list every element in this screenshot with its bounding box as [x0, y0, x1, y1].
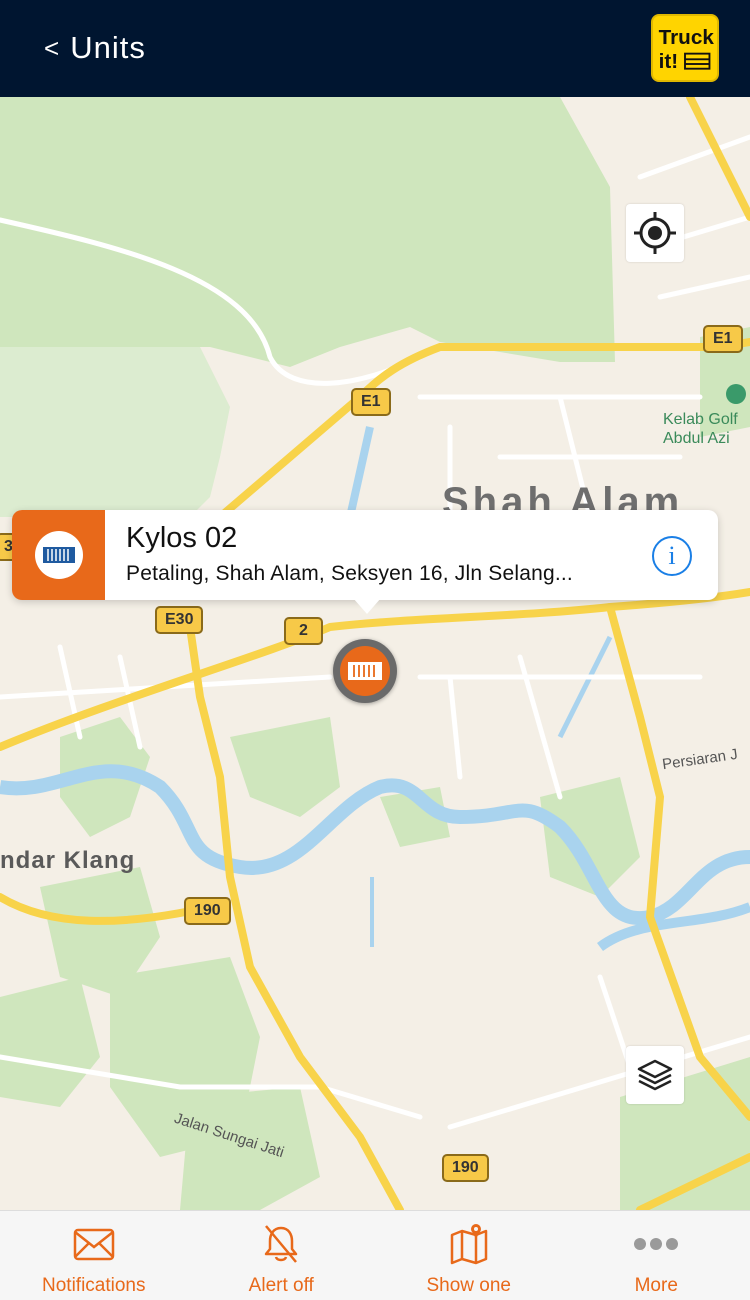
bell-off-icon — [265, 1225, 298, 1263]
callout-address: Petaling, Shah Alam, Seksyen 16, Jln Sel… — [126, 562, 573, 585]
poi-label-line2: Abdul Azi — [663, 430, 730, 447]
map-town-label: ndar Klang — [0, 847, 136, 874]
crosshair-icon — [634, 212, 676, 254]
envelope-icon — [73, 1228, 114, 1261]
road-shield: E1 — [703, 325, 743, 353]
road-shield: E30 — [155, 606, 204, 634]
unit-map-marker[interactable] — [333, 639, 397, 703]
callout-unit-badge — [12, 510, 105, 600]
bottom-tab-bar: Notifications Alert off Show one More — [0, 1210, 750, 1300]
more-icon — [634, 1238, 679, 1250]
locate-button[interactable] — [626, 204, 684, 262]
road-shield: 2 — [284, 617, 323, 645]
road-shield: 190 — [184, 897, 231, 925]
tab-label: Show one — [426, 1275, 511, 1296]
map-poi-label: Kelab Golf Abdul Azi — [663, 410, 738, 448]
truck-it-logo: Truck it! — [651, 14, 719, 82]
info-icon[interactable]: i — [652, 536, 692, 576]
unit-callout[interactable]: Kylos 02 Petaling, Shah Alam, Seksyen 16… — [12, 510, 718, 614]
container-marker-icon — [340, 646, 390, 696]
svg-text:Truck: Truck — [659, 26, 715, 49]
tab-label: Alert off — [248, 1275, 314, 1296]
back-label: Units — [70, 30, 146, 65]
map-view[interactable]: Shah Alam ndar Klang Jalan Sungai Jati P… — [0, 97, 750, 1210]
tab-show-one[interactable]: Show one — [375, 1211, 563, 1300]
map-pin-icon — [450, 1224, 487, 1265]
container-icon — [34, 531, 83, 579]
callout-title: Kylos 02 — [126, 522, 238, 554]
tab-label: Notifications — [42, 1275, 146, 1296]
tab-alert-off[interactable]: Alert off — [188, 1211, 376, 1300]
back-button[interactable]: < Units — [44, 26, 146, 70]
svg-text:it!: it! — [659, 50, 679, 73]
chevron-left-icon: < — [44, 33, 61, 63]
app-header: < Units Truck it! — [0, 0, 750, 97]
poi-label-line1: Kelab Golf — [663, 411, 738, 428]
callout-pointer — [353, 598, 381, 614]
tab-notifications[interactable]: Notifications — [0, 1211, 188, 1300]
road-shield: 190 — [442, 1154, 489, 1182]
golf-icon — [726, 384, 746, 404]
tab-more[interactable]: More — [563, 1211, 750, 1300]
road-shield: E1 — [351, 388, 391, 416]
layers-button[interactable] — [626, 1046, 684, 1104]
layers-icon — [637, 1059, 673, 1091]
tab-label: More — [634, 1275, 678, 1296]
